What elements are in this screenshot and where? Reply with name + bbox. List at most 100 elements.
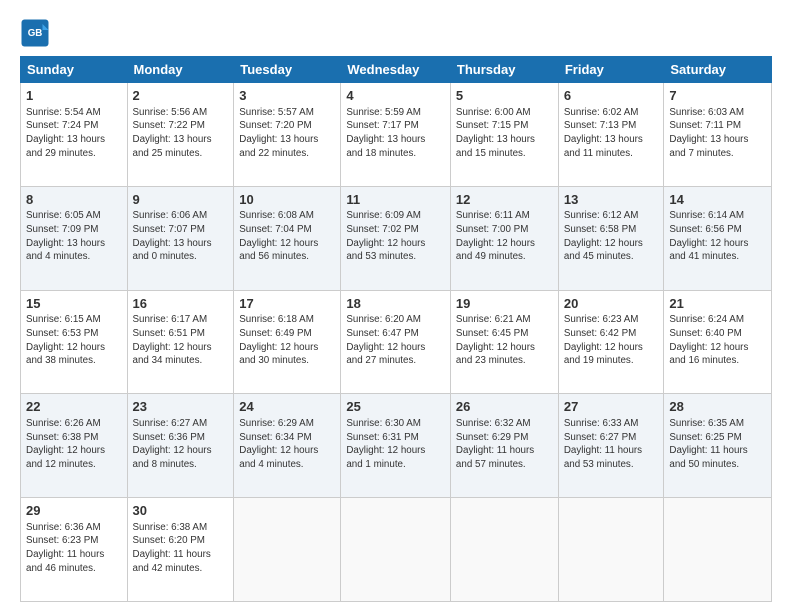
calendar-week-3: 15Sunrise: 6:15 AM Sunset: 6:53 PM Dayli… [21, 290, 772, 394]
day-info: Sunrise: 6:06 AM Sunset: 7:07 PM Dayligh… [133, 209, 229, 264]
day-info: Sunrise: 5:57 AM Sunset: 7:20 PM Dayligh… [239, 106, 335, 161]
weekday-header-row: SundayMondayTuesdayWednesdayThursdayFrid… [21, 57, 772, 83]
day-number: 23 [133, 398, 229, 416]
calendar-day: 29Sunrise: 6:36 AM Sunset: 6:23 PM Dayli… [21, 498, 128, 602]
day-number: 1 [26, 87, 122, 105]
calendar-day: 14Sunrise: 6:14 AM Sunset: 6:56 PM Dayli… [664, 186, 772, 290]
day-number: 17 [239, 295, 335, 313]
calendar-day: 25Sunrise: 6:30 AM Sunset: 6:31 PM Dayli… [341, 394, 451, 498]
weekday-wednesday: Wednesday [341, 57, 451, 83]
calendar-day: 22Sunrise: 6:26 AM Sunset: 6:38 PM Dayli… [21, 394, 128, 498]
calendar-body: 1Sunrise: 5:54 AM Sunset: 7:24 PM Daylig… [21, 83, 772, 602]
calendar-header: SundayMondayTuesdayWednesdayThursdayFrid… [21, 57, 772, 83]
calendar-day: 20Sunrise: 6:23 AM Sunset: 6:42 PM Dayli… [558, 290, 664, 394]
weekday-thursday: Thursday [450, 57, 558, 83]
day-info: Sunrise: 6:21 AM Sunset: 6:45 PM Dayligh… [456, 313, 553, 368]
day-info: Sunrise: 6:30 AM Sunset: 6:31 PM Dayligh… [346, 417, 445, 472]
day-info: Sunrise: 5:56 AM Sunset: 7:22 PM Dayligh… [133, 106, 229, 161]
day-info: Sunrise: 6:11 AM Sunset: 7:00 PM Dayligh… [456, 209, 553, 264]
day-info: Sunrise: 6:14 AM Sunset: 6:56 PM Dayligh… [669, 209, 766, 264]
day-number: 29 [26, 502, 122, 520]
day-info: Sunrise: 6:38 AM Sunset: 6:20 PM Dayligh… [133, 521, 229, 576]
day-number: 28 [669, 398, 766, 416]
day-number: 20 [564, 295, 659, 313]
calendar-day [234, 498, 341, 602]
day-info: Sunrise: 6:36 AM Sunset: 6:23 PM Dayligh… [26, 521, 122, 576]
day-info: Sunrise: 6:32 AM Sunset: 6:29 PM Dayligh… [456, 417, 553, 472]
day-info: Sunrise: 6:29 AM Sunset: 6:34 PM Dayligh… [239, 417, 335, 472]
header: GB [20, 18, 772, 48]
weekday-saturday: Saturday [664, 57, 772, 83]
calendar-day: 7Sunrise: 6:03 AM Sunset: 7:11 PM Daylig… [664, 83, 772, 187]
calendar-day: 10Sunrise: 6:08 AM Sunset: 7:04 PM Dayli… [234, 186, 341, 290]
day-info: Sunrise: 6:24 AM Sunset: 6:40 PM Dayligh… [669, 313, 766, 368]
day-info: Sunrise: 6:33 AM Sunset: 6:27 PM Dayligh… [564, 417, 659, 472]
day-info: Sunrise: 6:15 AM Sunset: 6:53 PM Dayligh… [26, 313, 122, 368]
calendar-day [558, 498, 664, 602]
calendar-day: 11Sunrise: 6:09 AM Sunset: 7:02 PM Dayli… [341, 186, 451, 290]
calendar-table: SundayMondayTuesdayWednesdayThursdayFrid… [20, 56, 772, 602]
calendar-day: 30Sunrise: 6:38 AM Sunset: 6:20 PM Dayli… [127, 498, 234, 602]
calendar-day: 21Sunrise: 6:24 AM Sunset: 6:40 PM Dayli… [664, 290, 772, 394]
calendar-day: 15Sunrise: 6:15 AM Sunset: 6:53 PM Dayli… [21, 290, 128, 394]
calendar-day [664, 498, 772, 602]
day-info: Sunrise: 6:26 AM Sunset: 6:38 PM Dayligh… [26, 417, 122, 472]
calendar-day: 19Sunrise: 6:21 AM Sunset: 6:45 PM Dayli… [450, 290, 558, 394]
day-number: 26 [456, 398, 553, 416]
day-info: Sunrise: 5:59 AM Sunset: 7:17 PM Dayligh… [346, 106, 445, 161]
day-number: 19 [456, 295, 553, 313]
day-number: 9 [133, 191, 229, 209]
calendar-day: 9Sunrise: 6:06 AM Sunset: 7:07 PM Daylig… [127, 186, 234, 290]
calendar-day: 23Sunrise: 6:27 AM Sunset: 6:36 PM Dayli… [127, 394, 234, 498]
calendar-day: 4Sunrise: 5:59 AM Sunset: 7:17 PM Daylig… [341, 83, 451, 187]
calendar-day [341, 498, 451, 602]
logo: GB [20, 18, 54, 48]
day-info: Sunrise: 6:20 AM Sunset: 6:47 PM Dayligh… [346, 313, 445, 368]
calendar-week-2: 8Sunrise: 6:05 AM Sunset: 7:09 PM Daylig… [21, 186, 772, 290]
day-info: Sunrise: 6:17 AM Sunset: 6:51 PM Dayligh… [133, 313, 229, 368]
day-number: 16 [133, 295, 229, 313]
day-info: Sunrise: 6:18 AM Sunset: 6:49 PM Dayligh… [239, 313, 335, 368]
day-info: Sunrise: 6:35 AM Sunset: 6:25 PM Dayligh… [669, 417, 766, 472]
calendar-day: 8Sunrise: 6:05 AM Sunset: 7:09 PM Daylig… [21, 186, 128, 290]
calendar-day: 12Sunrise: 6:11 AM Sunset: 7:00 PM Dayli… [450, 186, 558, 290]
calendar-day: 24Sunrise: 6:29 AM Sunset: 6:34 PM Dayli… [234, 394, 341, 498]
day-info: Sunrise: 6:02 AM Sunset: 7:13 PM Dayligh… [564, 106, 659, 161]
weekday-monday: Monday [127, 57, 234, 83]
day-number: 12 [456, 191, 553, 209]
day-info: Sunrise: 6:03 AM Sunset: 7:11 PM Dayligh… [669, 106, 766, 161]
day-number: 3 [239, 87, 335, 105]
day-info: Sunrise: 6:09 AM Sunset: 7:02 PM Dayligh… [346, 209, 445, 264]
calendar-day: 26Sunrise: 6:32 AM Sunset: 6:29 PM Dayli… [450, 394, 558, 498]
day-number: 7 [669, 87, 766, 105]
day-info: Sunrise: 6:00 AM Sunset: 7:15 PM Dayligh… [456, 106, 553, 161]
day-number: 18 [346, 295, 445, 313]
day-number: 11 [346, 191, 445, 209]
calendar-day: 18Sunrise: 6:20 AM Sunset: 6:47 PM Dayli… [341, 290, 451, 394]
calendar-day: 13Sunrise: 6:12 AM Sunset: 6:58 PM Dayli… [558, 186, 664, 290]
calendar-day [450, 498, 558, 602]
weekday-friday: Friday [558, 57, 664, 83]
calendar-day: 27Sunrise: 6:33 AM Sunset: 6:27 PM Dayli… [558, 394, 664, 498]
logo-icon: GB [20, 18, 50, 48]
day-info: Sunrise: 6:08 AM Sunset: 7:04 PM Dayligh… [239, 209, 335, 264]
weekday-sunday: Sunday [21, 57, 128, 83]
day-number: 2 [133, 87, 229, 105]
day-number: 4 [346, 87, 445, 105]
day-number: 8 [26, 191, 122, 209]
day-number: 15 [26, 295, 122, 313]
day-number: 25 [346, 398, 445, 416]
calendar-day: 28Sunrise: 6:35 AM Sunset: 6:25 PM Dayli… [664, 394, 772, 498]
page: GB SundayMondayTuesdayWednesdayThursdayF… [0, 0, 792, 612]
day-number: 22 [26, 398, 122, 416]
calendar-week-5: 29Sunrise: 6:36 AM Sunset: 6:23 PM Dayli… [21, 498, 772, 602]
day-info: Sunrise: 6:12 AM Sunset: 6:58 PM Dayligh… [564, 209, 659, 264]
day-info: Sunrise: 6:27 AM Sunset: 6:36 PM Dayligh… [133, 417, 229, 472]
day-number: 5 [456, 87, 553, 105]
day-number: 30 [133, 502, 229, 520]
day-info: Sunrise: 6:23 AM Sunset: 6:42 PM Dayligh… [564, 313, 659, 368]
day-number: 6 [564, 87, 659, 105]
day-number: 21 [669, 295, 766, 313]
calendar-day: 6Sunrise: 6:02 AM Sunset: 7:13 PM Daylig… [558, 83, 664, 187]
day-number: 10 [239, 191, 335, 209]
